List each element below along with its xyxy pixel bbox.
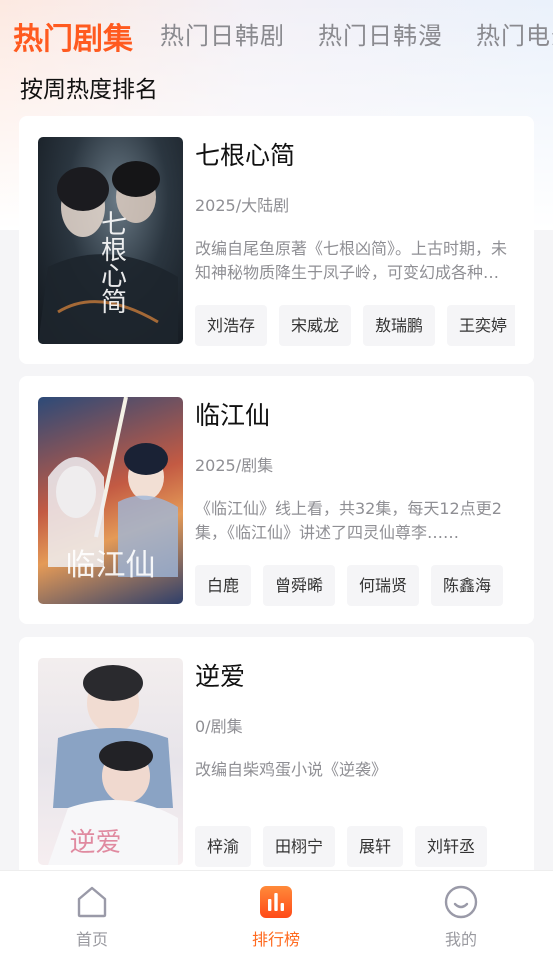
profile-icon [444,885,478,919]
card-title: 逆爱 [195,662,246,691]
list-item[interactable]: 逆爱 逆爱 0/剧集 改编自柴鸡蛋小说《逆袭》 梓渝 田栩宁 展轩 刘轩丞 [19,637,534,885]
nav-ranking[interactable]: 排行榜 [216,871,336,953]
nav-label: 排行榜 [251,930,300,949]
nav-label: 首页 [75,930,108,949]
cast-tag[interactable]: 王奕婷 [447,305,515,346]
cast-tag[interactable]: 宋威龙 [279,305,352,346]
poster-image: 七根心简 [38,137,183,344]
tab-hot-movies[interactable]: 热门电影 [476,16,553,51]
card-meta: 2025/大陆剧 [195,196,290,215]
card-meta: 2025/剧集 [195,456,274,475]
cast-tag[interactable]: 曾舜晞 [263,565,336,606]
cast-tags: 梓渝 田栩宁 展轩 刘轩丞 [195,826,515,868]
cast-tag[interactable]: 刘轩丞 [415,826,488,867]
bottom-navigation: 首页 排行榜 我的 [0,870,553,953]
section-title: 按周热度排名 [20,77,158,103]
cast-tag[interactable]: 展轩 [347,826,404,867]
nav-profile[interactable]: 我的 [401,871,521,953]
tab-hot-jk-anime[interactable]: 热门日韩漫 [318,16,443,51]
list-item[interactable]: 七根心简 七根心简 2025/大陆剧 改编自尾鱼原著《七根凶简》。上古时期，未知… [19,116,534,364]
cast-tag[interactable]: 何瑞贤 [347,565,420,606]
card-description: 改编自柴鸡蛋小说《逆袭》 [195,760,388,779]
card-description: 《临江仙》线上看，共32集，每天12点更2集，《临江仙》讲述了四灵仙尊李…… [195,499,502,542]
category-tabs: 热门剧集 热门日韩剧 热门日韩漫 热门电影 [0,0,553,70]
poster-title: 七根心简 [96,210,127,314]
tab-hot-dramas[interactable]: 热门剧集 [13,14,133,58]
cast-tag[interactable]: 田栩宁 [263,826,336,867]
poster-image: 临江仙 [38,397,183,604]
cast-tag[interactable]: 刘浩存 [195,305,268,346]
cast-tag[interactable]: 梓渝 [195,826,252,867]
cast-tag[interactable]: 白鹿 [195,565,252,606]
cast-tags: 白鹿 曾舜晞 何瑞贤 陈鑫海 [195,565,515,607]
poster-title: 临江仙 [65,548,156,583]
card-title: 临江仙 [195,401,271,430]
poster-image: 逆爱 [38,658,183,865]
nav-label: 我的 [444,930,477,949]
cast-tag[interactable]: 陈鑫海 [431,565,504,606]
cast-tag[interactable]: 敖瑞鹏 [363,305,436,346]
ranking-icon [260,886,292,918]
nav-home[interactable]: 首页 [32,871,152,953]
card-meta: 0/剧集 [195,717,243,736]
poster-title: 逆爱 [69,828,122,858]
list-item[interactable]: 临江仙 临江仙 2025/剧集 《临江仙》线上看，共32集，每天12点更2集，《… [19,376,534,624]
home-icon [77,886,107,918]
card-description: 改编自尾鱼原著《七根凶简》。上古时期，未知神秘物质降生于凤子岭，可变幻成各种形态… [195,239,508,282]
card-title: 七根心简 [195,141,296,170]
tab-hot-jk-dramas[interactable]: 热门日韩剧 [160,16,285,51]
cast-tags: 刘浩存 宋威龙 敖瑞鹏 王奕婷 [195,305,515,347]
